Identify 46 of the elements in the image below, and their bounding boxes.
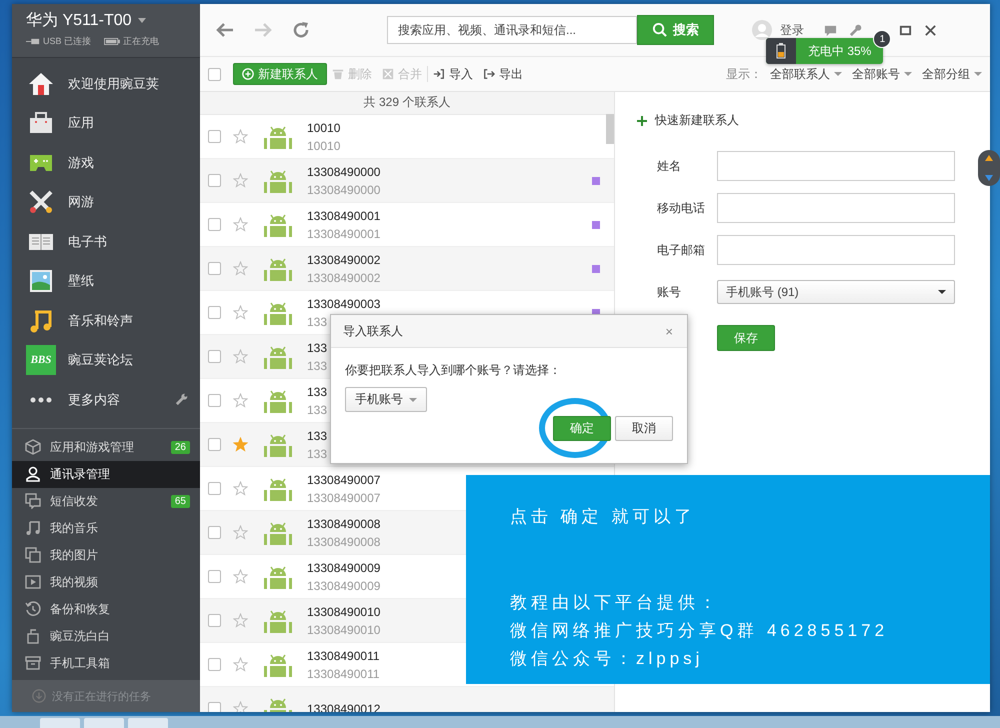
contact-number: 13308490009 [307, 578, 380, 592]
forum-logo: BBS [26, 345, 56, 376]
contact-number: 13308490002 [307, 270, 380, 284]
contact-number: 13308490001 [307, 226, 380, 240]
contact-number: 133 [307, 314, 328, 328]
charging-text: 充电中 35% [807, 42, 872, 60]
contact-number: 133 [307, 446, 328, 460]
credit-text: 教程由以下平台提供： [510, 592, 721, 614]
contact-name: 13308490003 [307, 296, 380, 310]
usb-status: USB 已连接 [43, 35, 92, 48]
contact-number: 13308490010 [307, 622, 380, 636]
credit-text: 微信公众号：zlppsj [510, 648, 704, 670]
notification-badge: 1 [873, 30, 892, 48]
field-label: 姓名 [657, 158, 682, 174]
contact-name: 133 [307, 428, 328, 442]
contact-name: 13308490002 [307, 252, 380, 266]
contact-number: 13308490008 [307, 534, 380, 548]
show-label: 显示： [726, 66, 762, 82]
contact-name: 13308490000 [307, 164, 380, 178]
contact-name: 13308490009 [307, 560, 380, 574]
contact-number: 10010 [307, 138, 340, 152]
contact-name: 13308490008 [307, 516, 380, 530]
field-label: 账号 [657, 284, 682, 300]
contact-number: 133 [307, 402, 328, 416]
contact-name: 13308490007 [307, 472, 380, 486]
section-title: 快速新建联系人 [655, 112, 739, 129]
dialog-question: 你要把联系人导入到哪个账号？请选择： [345, 362, 562, 379]
count-badge: 65 [170, 494, 190, 508]
instruction-text: 点击 确定 就可以了 [510, 506, 696, 528]
count-badge: 26 [170, 440, 190, 454]
contact-name: 13308490011 [307, 648, 380, 662]
contact-name: 133 [307, 340, 328, 354]
contact-number: 13308490011 [307, 666, 380, 680]
credit-text: 微信网络推广技巧分享Q群 462855172 [510, 620, 890, 642]
field-label: 电子邮箱 [657, 242, 706, 258]
contact-count: 共 329 个联系人 [200, 92, 614, 115]
charging-status: 正在充电 [123, 35, 160, 48]
contact-number: 133 [307, 358, 328, 372]
field-label: 移动电话 [657, 200, 706, 216]
contact-name: 10010 [307, 120, 340, 134]
contact-number: 13308490007 [307, 490, 380, 504]
contact-name: 133 [307, 384, 328, 398]
dialog-title: 导入联系人 [343, 322, 403, 340]
contact-name: 13308490010 [307, 604, 380, 618]
contact-number: 13308490000 [307, 182, 380, 196]
contact-name: 13308490001 [307, 208, 380, 222]
